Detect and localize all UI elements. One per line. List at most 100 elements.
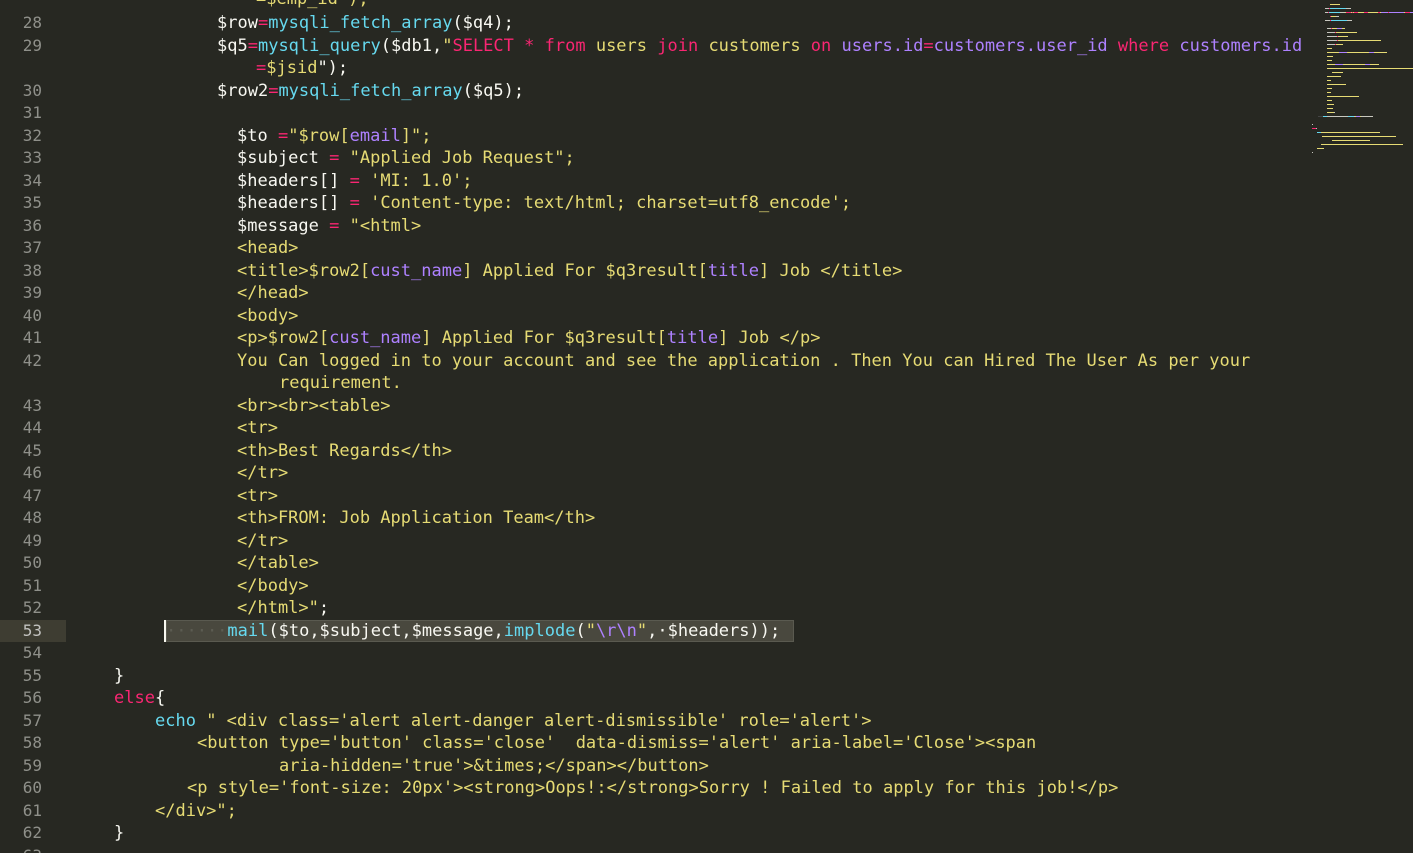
code-line[interactable]: <title>$row2[cust_name] Applied For $q3r… — [237, 260, 902, 283]
code-token: from — [544, 35, 586, 56]
code-token: mysqli_fetch_array — [268, 13, 453, 33]
code-token: </div>"; — [155, 800, 237, 821]
code-token: implode — [503, 620, 576, 641]
code-line[interactable]: <th>Best Regards</th> — [237, 440, 452, 463]
code-token: ( — [575, 620, 586, 641]
code-line[interactable]: </tr> — [237, 530, 288, 553]
code-line[interactable]: $headers[] = 'MI: 1.0'; — [237, 170, 472, 193]
minimap-mark — [1342, 28, 1345, 29]
code-line[interactable]: <body> — [237, 305, 298, 328]
code-token: } — [114, 665, 125, 686]
code-token: = — [256, 58, 267, 78]
code-token: = — [277, 125, 289, 146]
code-line[interactable]: $to ="$row[email]"; — [237, 125, 432, 148]
code-line[interactable]: </body> — [237, 575, 309, 598]
code-token: <button type='button' class='close' data… — [197, 733, 1037, 753]
code-line[interactable]: $headers[] = 'Content-type: text/html; c… — [237, 192, 851, 215]
code-line[interactable]: <tr> — [237, 485, 278, 508]
code-token: " — [442, 35, 453, 56]
code-token: where — [1117, 35, 1170, 56]
code-line[interactable]: <head> — [237, 237, 298, 260]
code-line[interactable]: </div>"; — [155, 800, 237, 823]
minimap-mark — [1330, 8, 1346, 9]
code-token: ($q5); — [462, 80, 525, 101]
code-line[interactable]: $subject = "Applied Job Request"; — [237, 147, 575, 170]
code-token: users — [585, 35, 658, 56]
code-token: <p>$row2[ — [237, 328, 330, 348]
minimap-mark — [1336, 44, 1343, 45]
code-line[interactable]: } — [114, 822, 124, 845]
code-token: = — [268, 80, 279, 101]
minimap-mark — [1330, 4, 1340, 5]
minimap-mark — [1327, 52, 1339, 53]
code-token: </html>" — [237, 598, 319, 618]
code-token: $jsid — [266, 58, 318, 78]
code-line[interactable]: aria-hidden='true'>&times;</span></butto… — [279, 755, 709, 778]
minimap-mark — [1336, 16, 1339, 17]
minimap-mark — [1331, 20, 1347, 21]
code-line[interactable]: <p>$row2[cust_name] Applied For $q3resul… — [237, 327, 820, 350]
code-line[interactable]: <button type='button' class='close' data… — [197, 732, 1036, 755]
code-token: $row2 — [217, 80, 269, 101]
minimap-mark — [1329, 12, 1340, 13]
code-token: $headers[] — [237, 170, 350, 191]
minimap-mark — [1370, 64, 1379, 65]
minimap-mark — [1327, 32, 1335, 33]
minimap-mark — [1321, 132, 1380, 133]
code-line[interactable]: $message = "<html> — [237, 215, 421, 238]
code-line[interactable]: requirement. — [279, 372, 402, 395]
code-line[interactable]: ······mail($to,$subject,$message,implode… — [166, 620, 780, 643]
minimap-mark — [1347, 20, 1352, 21]
code-line[interactable]: =$jsid"); — [256, 57, 348, 80]
code-line[interactable]: } — [114, 665, 124, 688]
minimap[interactable] — [1310, 0, 1413, 853]
code-token: </head> — [237, 283, 309, 303]
code-line[interactable]: echo " <div class='alert alert-danger al… — [155, 710, 871, 733]
code-token: ($to,$subject,$message, — [268, 620, 504, 641]
code-line[interactable]: You Can logged in to your account and se… — [237, 350, 1250, 373]
code-line[interactable]: else{ — [114, 687, 165, 710]
code-token: echo — [155, 710, 196, 731]
code-token: <body> — [237, 305, 299, 326]
code-token: <head> — [237, 238, 299, 258]
code-line[interactable]: $row=mysqli_fetch_array($q4); — [217, 12, 514, 35]
code-editor[interactable]: 28 29 30 31 32 33 34 35 36 37 38 39 40 41 42 43 44 45 46 47… — [0, 0, 1413, 853]
code-token: SELECT — [452, 35, 514, 56]
code-line[interactable]: </html>"; — [237, 597, 329, 620]
minimap-mark — [1327, 48, 1332, 49]
code-token: email — [349, 125, 401, 146]
minimap-mark — [1321, 144, 1403, 145]
code-token: ; — [318, 598, 330, 618]
code-line[interactable]: <p style='font-size: 20px'><strong>Oops!… — [187, 777, 1118, 800]
code-token: <tr> — [237, 485, 278, 506]
minimap-mark — [1327, 44, 1335, 45]
minimap-mark — [1322, 136, 1396, 137]
code-token: ] Job </title> — [759, 260, 903, 281]
code-line[interactable]: <tr> — [237, 417, 278, 440]
code-line[interactable]: <th>FROM: Job Application Team</th> — [237, 507, 595, 530]
minimap-mark — [1312, 152, 1313, 153]
code-token: 'Content-type: text/html; charset=utf8_e… — [359, 193, 852, 213]
code-line[interactable]: </table> — [237, 552, 319, 575]
minimap-mark — [1338, 40, 1381, 41]
code-token: = — [257, 13, 269, 33]
minimap-mark — [1335, 64, 1343, 65]
code-area[interactable]: =$emp_id");$row=mysqli_fetch_array($q4);… — [0, 0, 1302, 853]
code-token: = — [349, 193, 360, 213]
code-token: <title>$row2[ — [237, 260, 371, 281]
code-token: <tr> — [237, 418, 278, 438]
code-line[interactable]: $q5=mysqli_query($db1,"SELECT * from use… — [217, 35, 1302, 58]
code-token: $headers)); — [667, 620, 781, 641]
code-token: " — [636, 620, 648, 641]
code-line[interactable]: </head> — [237, 282, 309, 305]
minimap-mark — [1327, 84, 1346, 85]
code-line[interactable]: </tr> — [237, 462, 288, 485]
minimap-mark — [1327, 92, 1331, 93]
code-line[interactable]: $row2=mysqli_fetch_array($q5); — [217, 80, 524, 103]
minimap-mark — [1327, 96, 1359, 97]
code-line[interactable]: =$emp_id"); — [256, 0, 369, 11]
code-line[interactable]: <br><br><table> — [237, 395, 391, 418]
code-token: on — [810, 35, 832, 56]
code-token: 'MI: 1.0'; — [359, 170, 473, 191]
code-token: $to — [237, 125, 278, 146]
